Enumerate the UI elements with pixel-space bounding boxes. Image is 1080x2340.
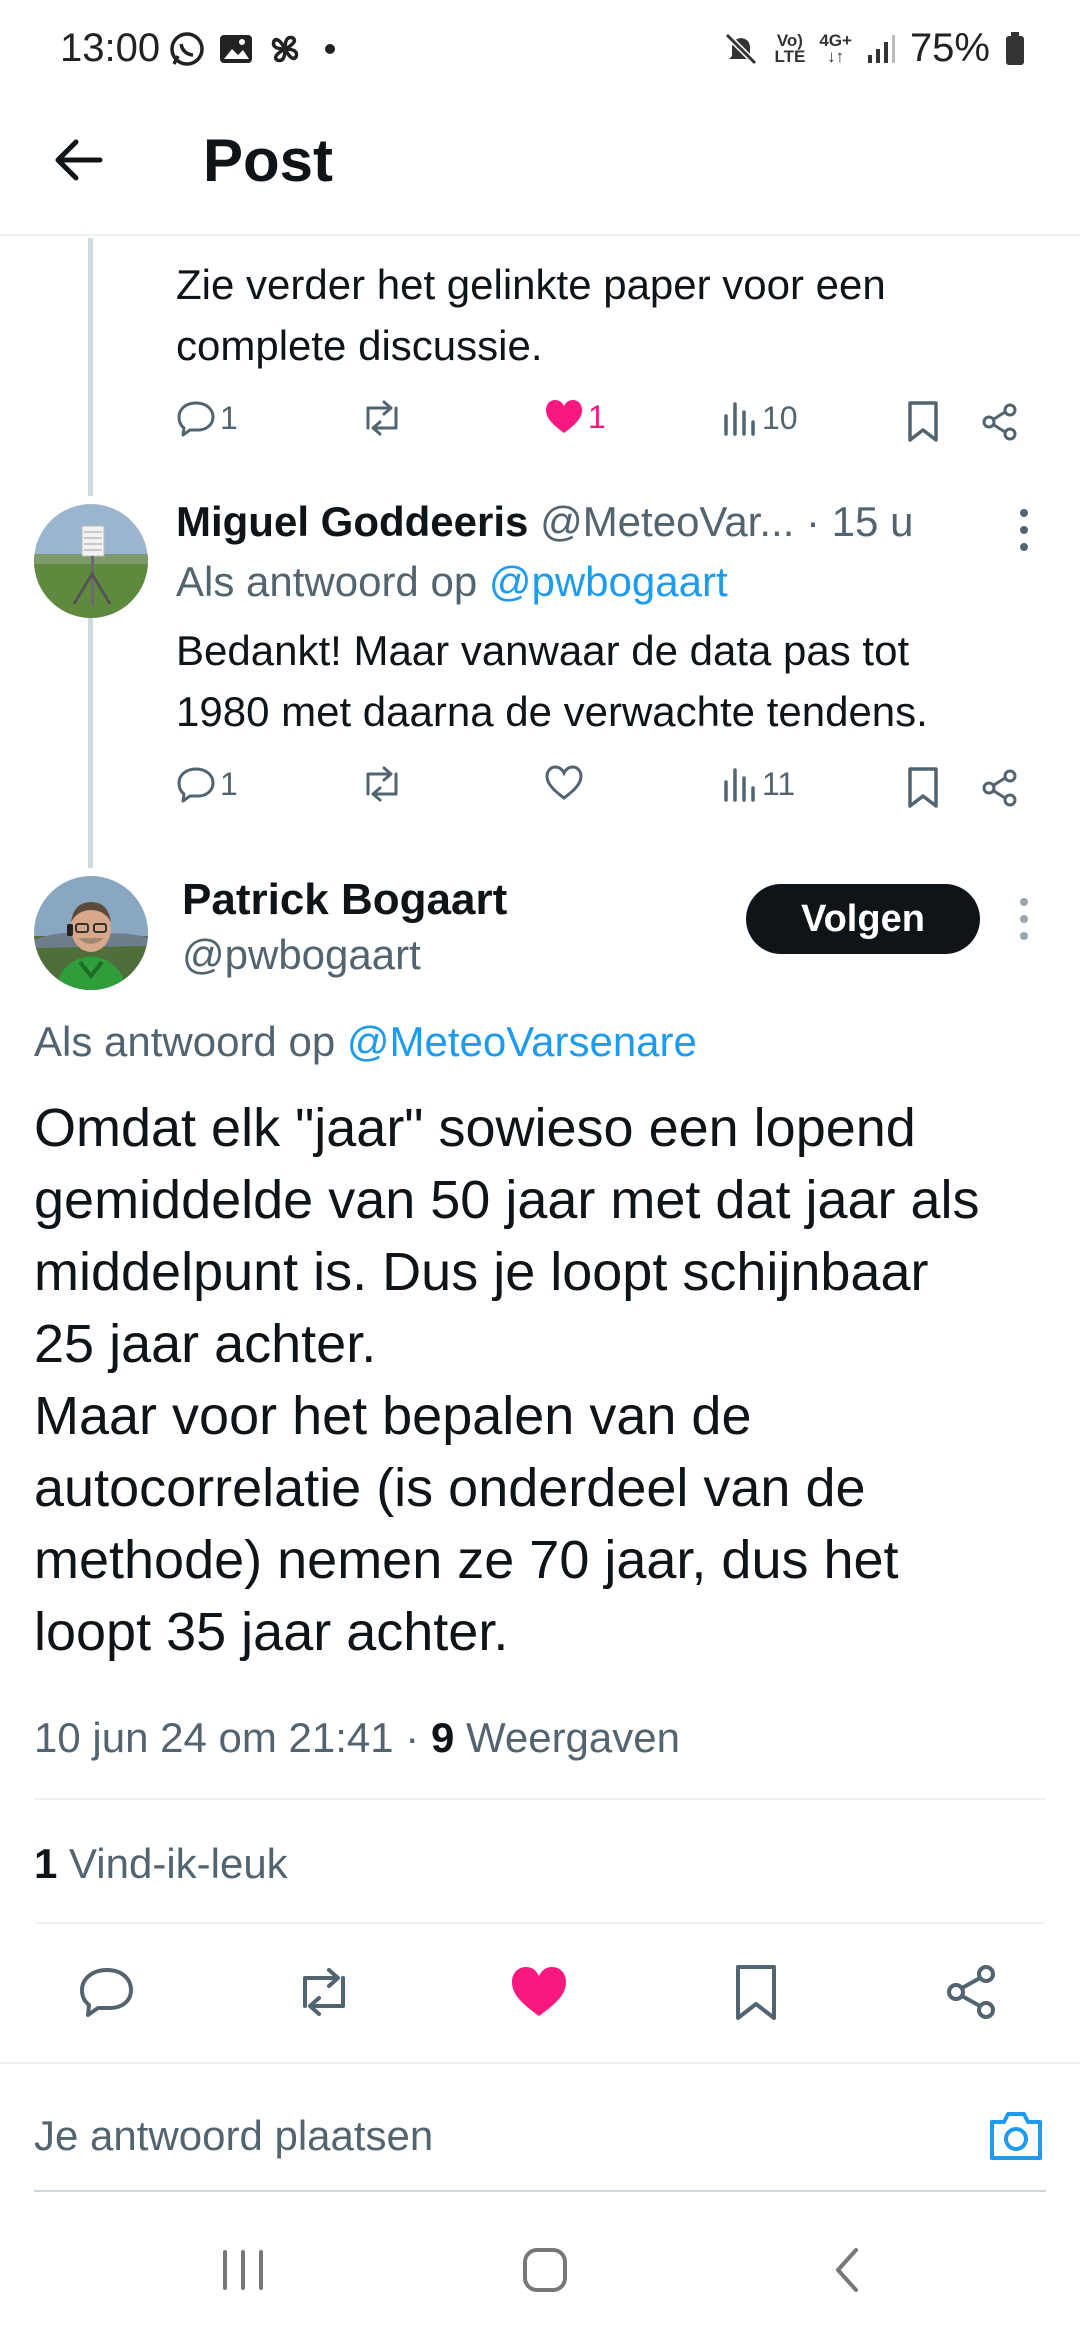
retweet-button[interactable] [360, 764, 404, 804]
bookmark-icon[interactable] [906, 400, 940, 444]
avatar[interactable] [34, 504, 148, 618]
home-icon[interactable] [515, 2240, 575, 2300]
signal-icon [867, 34, 895, 63]
like-button[interactable]: 1 [544, 398, 606, 436]
avatar-person-image [34, 876, 148, 990]
reply-context: Als antwoord op @pwbogaart [176, 558, 728, 605]
page-title: Post [203, 127, 334, 194]
heart-filled-icon [546, 400, 582, 433]
tweet-header: Miguel Goddeeris @MeteoVar... · 15 u [176, 492, 986, 552]
reply-button[interactable]: 1 [176, 398, 238, 438]
views-chart-icon [724, 402, 755, 436]
more-options-icon[interactable] [1014, 894, 1034, 944]
status-time: 13:00 [60, 26, 161, 70]
reply-context: Als antwoord op @MeteoVarsenare [34, 1018, 697, 1065]
tweet-meta: 10 jun 24 om 21:41 · 9 Weergaven [34, 1708, 680, 1768]
reply-count: 1 [220, 399, 238, 436]
divider [34, 2190, 1046, 2192]
views-chart-icon [724, 768, 755, 802]
views-count: 10 [762, 399, 798, 436]
tweet-text: Zie verder het gelinkte paper voor een c… [176, 261, 886, 369]
views-button[interactable]: 11 [722, 764, 795, 804]
retweet-button[interactable] [360, 398, 404, 438]
author-name[interactable]: Miguel Goddeeris [176, 498, 528, 545]
views-count: 9 [430, 1714, 455, 1761]
volte-indicator: Vo) LTE [774, 30, 806, 66]
recent-apps-icon[interactable] [213, 2240, 273, 2300]
reply-icon [177, 401, 215, 437]
reply-icon[interactable] [77, 1962, 137, 2022]
likes-label: Vind-ik-leuk [69, 1840, 288, 1887]
author-handle[interactable]: @pwbogaart [182, 926, 421, 984]
heart-filled-icon[interactable] [509, 1962, 569, 2022]
author-name[interactable]: Patrick Bogaart [182, 870, 507, 930]
tweet-main-actions [0, 1952, 1080, 2032]
reply-count: 1 [220, 765, 238, 802]
retweet-icon [366, 400, 398, 436]
like-button[interactable] [544, 764, 584, 802]
share-icon[interactable] [980, 768, 1020, 808]
like-count: 1 [588, 398, 606, 435]
divider [34, 1922, 1046, 1924]
bookmark-icon[interactable] [906, 766, 940, 810]
thread-line [88, 618, 93, 868]
network-type-indicator: 4G+ ↓↑ [819, 30, 852, 66]
likes-count: 1 [34, 1840, 58, 1887]
tweet-text: Omdat elk "jaar" sowieso een lopend gemi… [34, 1098, 980, 1662]
retweet-icon[interactable] [293, 1962, 353, 2022]
retweet-icon [366, 766, 398, 802]
views-count: 11 [762, 765, 796, 802]
heart-outline-icon [545, 765, 583, 800]
views-button[interactable]: 10 [722, 398, 798, 438]
tweet-time: · 15 u [806, 498, 914, 545]
tweet-actions: 1 1 10 [176, 398, 1036, 452]
likes-summary[interactable]: 1 Vind-ik-leuk [34, 1834, 288, 1894]
follow-button[interactable]: Volgen [746, 884, 980, 954]
more-options-icon[interactable] [1014, 505, 1034, 555]
tweet-text: Bedankt! Maar vanwaar de data pas tot 19… [176, 627, 928, 735]
battery-icon [1006, 31, 1024, 65]
divider [34, 1798, 1046, 1800]
reply-button[interactable]: 1 [176, 764, 238, 804]
whatsapp-icon [170, 32, 204, 66]
camera-icon[interactable] [986, 2108, 1046, 2164]
gallery-icon [220, 35, 252, 63]
avatar[interactable] [34, 876, 148, 990]
dot-icon [325, 44, 335, 54]
reply-to-link[interactable]: @pwbogaart [489, 558, 728, 605]
tweet-actions: 1 11 [176, 764, 1036, 818]
pinwheel-icon [271, 35, 299, 63]
reply-icon [177, 767, 215, 803]
thread-line [88, 238, 93, 496]
battery-percent: 75% [909, 26, 990, 70]
share-icon[interactable] [942, 1962, 1002, 2022]
reply-to-link[interactable]: @MeteoVarsenare [347, 1018, 697, 1065]
avatar-weather-station-image [34, 504, 148, 618]
system-nav-bar [0, 2200, 1080, 2340]
tweet-timestamp: 10 jun 24 om 21:41 · [34, 1714, 420, 1761]
mute-icon [725, 32, 758, 65]
bookmark-icon[interactable] [726, 1962, 786, 2022]
back-arrow-icon[interactable] [50, 130, 110, 190]
share-icon[interactable] [980, 402, 1020, 442]
app-bar: Post [0, 100, 1080, 236]
author-handle[interactable]: @MeteoVar... [540, 498, 794, 545]
status-bar: 13:00 Vo) LTE 4G+ ↓↑ 75% [0, 0, 1080, 100]
views-label: Weergaven [465, 1714, 680, 1761]
reply-input[interactable]: Je antwoord plaatsen [34, 2112, 433, 2160]
back-icon[interactable] [818, 2240, 878, 2300]
reply-composer: Je antwoord plaatsen [0, 2062, 1080, 2192]
